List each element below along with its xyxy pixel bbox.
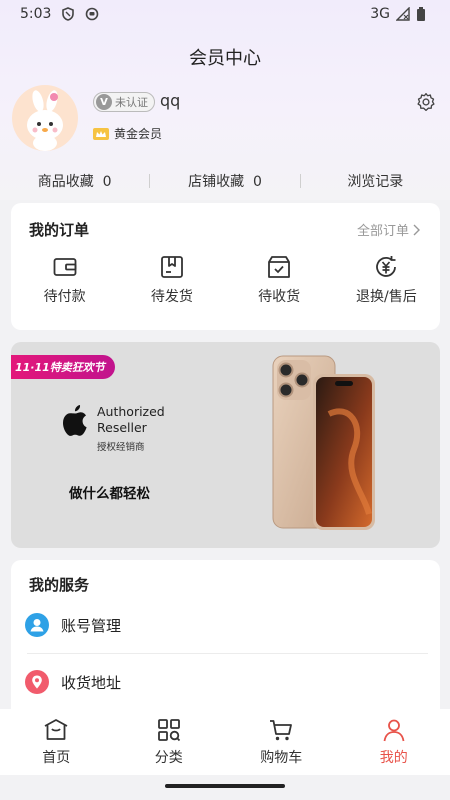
- refund-icon: [376, 256, 397, 277]
- orders-title: 我的订单: [29, 221, 90, 239]
- location-icon: [25, 670, 49, 694]
- username: qq: [160, 91, 181, 110]
- signal-icon: [396, 7, 410, 21]
- order-returns[interactable]: 退换/售后: [333, 254, 440, 306]
- cart-icon: [270, 720, 293, 741]
- promo-banner[interactable]: 11·11特卖狂欢节 Authorized Reseller 授权经销商 做什么…: [11, 342, 440, 548]
- order-pending-payment[interactable]: 待付款: [11, 254, 118, 306]
- verification-status: 未认证: [115, 96, 148, 109]
- order-label: 待发货: [150, 289, 193, 305]
- stat-label: 商品收藏: [37, 174, 94, 190]
- services-title: 我的服务: [29, 576, 90, 594]
- all-orders-label: 全部订单: [356, 224, 409, 239]
- tab-label: 分类: [154, 750, 183, 766]
- order-label: 待收货: [258, 289, 301, 305]
- reseller-line1: Authorized: [97, 404, 165, 419]
- services-card: 我的服务 账号管理 收货地址: [11, 560, 440, 720]
- order-label: 待付款: [43, 289, 86, 305]
- reseller-line2: Reseller: [97, 420, 147, 435]
- stat-count: 0: [252, 174, 262, 190]
- delivery-box-icon: [268, 256, 291, 278]
- authorized-reseller-block: Authorized Reseller 授权经销商: [61, 404, 165, 453]
- home-icon: [44, 719, 68, 740]
- orders-card: 我的订单 全部订单 待付款 待发货 待收货 退换/售后: [11, 203, 440, 330]
- banner-slogan: 做什么都轻松: [69, 486, 150, 502]
- stat-product-favorites[interactable]: 商品收藏 0: [0, 171, 149, 191]
- bottom-tab-bar: 首页 分类 购物车 我的: [0, 709, 450, 775]
- profile-icon: [383, 719, 405, 742]
- stat-count: 0: [102, 174, 112, 190]
- package-icon: [160, 256, 183, 278]
- wallet-icon: [53, 258, 77, 276]
- crown-badge-icon: [93, 127, 109, 140]
- member-level-label: 黄金会员: [114, 127, 163, 141]
- promo-tag: 11·11特卖狂欢节: [11, 355, 115, 379]
- all-orders-link[interactable]: 全部订单: [357, 220, 420, 239]
- avatar[interactable]: [12, 85, 78, 151]
- stat-browse-history[interactable]: 浏览记录: [301, 171, 450, 191]
- verification-badge[interactable]: V 未认证: [93, 92, 155, 112]
- app-notification-icon: [85, 7, 99, 21]
- shield-icon: [61, 7, 75, 21]
- service-shipping-address[interactable]: 收货地址: [11, 654, 440, 710]
- service-label: 收货地址: [61, 673, 122, 692]
- order-label: 退换/售后: [356, 289, 417, 305]
- settings-gear-icon[interactable]: [416, 92, 436, 112]
- verify-v-icon: V: [96, 94, 112, 110]
- smartphone-image: [272, 355, 375, 530]
- apple-logo-icon: [63, 405, 87, 436]
- member-level[interactable]: 黄金会员: [93, 125, 162, 142]
- tab-label: 我的: [379, 750, 408, 766]
- reseller-cn: 授权经销商: [97, 442, 145, 453]
- status-bar: 5:03 3G: [0, 0, 450, 28]
- tab-mine[interactable]: 我的: [338, 717, 450, 767]
- category-icon: [157, 719, 180, 742]
- tab-label: 首页: [42, 750, 71, 766]
- tab-category[interactable]: 分类: [113, 717, 226, 767]
- status-time: 5:03: [20, 6, 52, 22]
- home-indicator[interactable]: [165, 784, 285, 788]
- chevron-right-icon: [413, 224, 420, 235]
- tab-home[interactable]: 首页: [0, 717, 113, 767]
- battery-icon: [416, 7, 430, 21]
- tab-cart[interactable]: 购物车: [225, 717, 338, 767]
- order-pending-receipt[interactable]: 待收货: [226, 254, 333, 306]
- avatar-bunny-icon: [27, 90, 63, 151]
- service-label: 账号管理: [61, 616, 122, 635]
- network-type: 3G: [370, 6, 390, 22]
- favorites-stats: 商品收藏 0 店铺收藏 0 浏览记录: [0, 168, 450, 194]
- order-pending-shipment[interactable]: 待发货: [118, 254, 225, 306]
- stat-shop-favorites[interactable]: 店铺收藏 0: [150, 171, 299, 191]
- tab-label: 购物车: [260, 750, 303, 766]
- page-title: 会员中心: [189, 48, 261, 69]
- account-icon: [25, 613, 49, 637]
- stat-label: 浏览记录: [347, 174, 404, 190]
- stat-label: 店铺收藏: [188, 174, 245, 190]
- service-account-management[interactable]: 账号管理: [11, 597, 440, 653]
